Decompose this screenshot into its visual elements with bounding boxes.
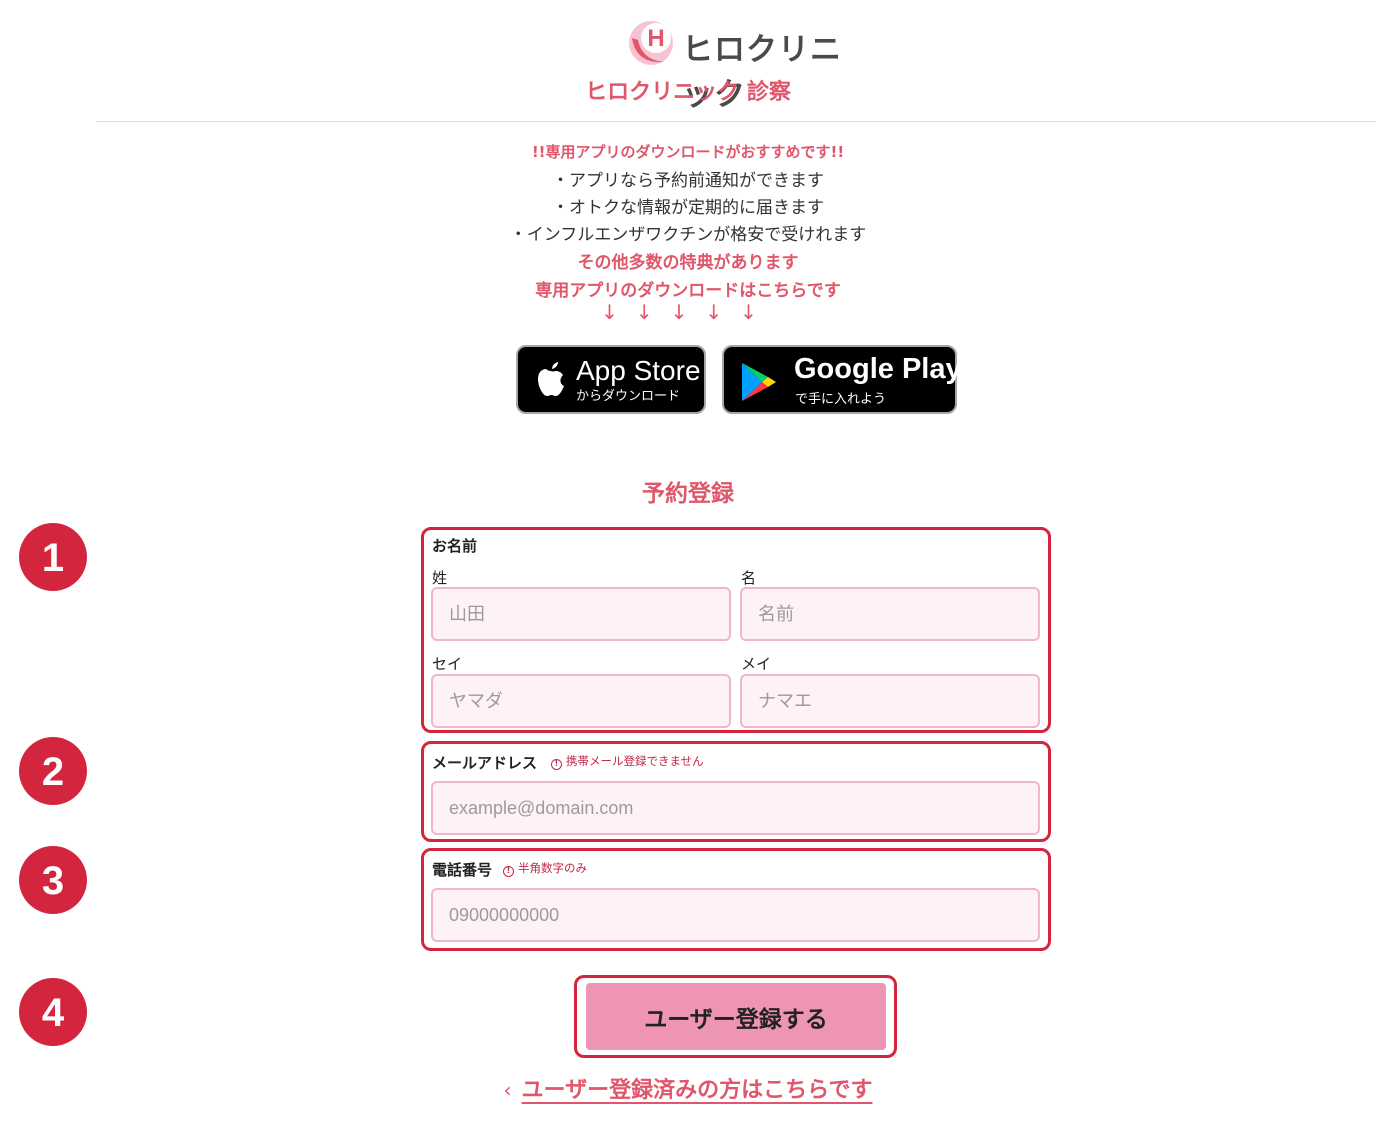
info-icon: ! xyxy=(551,759,562,770)
logo-mark-icon: H xyxy=(629,21,673,65)
promo-download-here: 専用アプリのダウンロードはこちらです xyxy=(535,281,841,301)
app-store-title: App Store xyxy=(576,355,701,386)
first-kana-label: メイ xyxy=(741,655,772,673)
email-note: ! 携帯メール登録できません xyxy=(551,753,704,770)
down-arrows: ↓↓↓↓↓ xyxy=(601,300,775,324)
login-link[interactable]: ‹ ユーザー登録済みの方はこちらです xyxy=(0,1072,1376,1104)
last-kana-label: セイ xyxy=(432,655,463,673)
promo-headline: !!専用アプリのダウンロードがおすすめです!! xyxy=(531,143,845,161)
login-link-text[interactable]: ユーザー登録済みの方はこちらです xyxy=(522,1078,873,1103)
name-section-label: お名前 xyxy=(432,537,478,555)
clinic-title: ヒロクリニック 診察 xyxy=(585,80,791,105)
step-badge-3: 3 xyxy=(19,846,87,914)
clinic-logo: H ヒロクリニック xyxy=(626,14,856,113)
header-divider xyxy=(96,121,1376,122)
phone-label: 電話番号 xyxy=(432,861,493,879)
register-button[interactable]: ユーザー登録する xyxy=(586,983,886,1050)
google-play-subtitle: で手に入れよう xyxy=(795,392,887,407)
phone-note-text: 半角数字のみ xyxy=(518,861,587,875)
last-kana-input[interactable] xyxy=(431,674,731,728)
google-play-title: Google Play xyxy=(794,353,962,385)
step-badge-2: 2 xyxy=(19,737,87,805)
logo-letter: H xyxy=(647,25,664,52)
google-play-icon xyxy=(742,363,776,401)
first-kana-input[interactable] xyxy=(740,674,1040,728)
chevron-left-icon: ‹ xyxy=(503,1078,512,1102)
email-input[interactable] xyxy=(431,781,1040,835)
phone-input[interactable] xyxy=(431,888,1040,942)
form-title: 予約登録 xyxy=(642,481,734,507)
last-name-input[interactable] xyxy=(431,587,731,641)
app-store-badge[interactable]: App Store からダウンロード xyxy=(516,345,706,414)
step-badge-1: 1 xyxy=(19,523,87,591)
last-name-label: 姓 xyxy=(432,569,448,587)
info-icon: ! xyxy=(503,866,514,877)
phone-note: ! 半角数字のみ xyxy=(503,860,587,877)
email-note-text: 携帯メール登録できません xyxy=(566,754,704,768)
first-name-label: 名 xyxy=(741,569,757,587)
step-badge-4: 4 xyxy=(19,978,87,1046)
app-store-subtitle: からダウンロード xyxy=(576,389,681,404)
apple-icon xyxy=(538,362,564,396)
email-label: メールアドレス xyxy=(432,754,538,772)
promo-benefit-3: ・インフルエンザワクチンが格安で受けれます xyxy=(509,225,867,245)
promo-benefit-2: ・オトクな情報が定期的に届きます xyxy=(552,198,824,218)
first-name-input[interactable] xyxy=(740,587,1040,641)
google-play-badge[interactable]: Google Play で手に入れよう xyxy=(722,345,962,414)
promo-more: その他多数の特典があります xyxy=(577,253,799,273)
promo-benefit-1: ・アプリなら予約前通知ができます xyxy=(552,171,824,191)
